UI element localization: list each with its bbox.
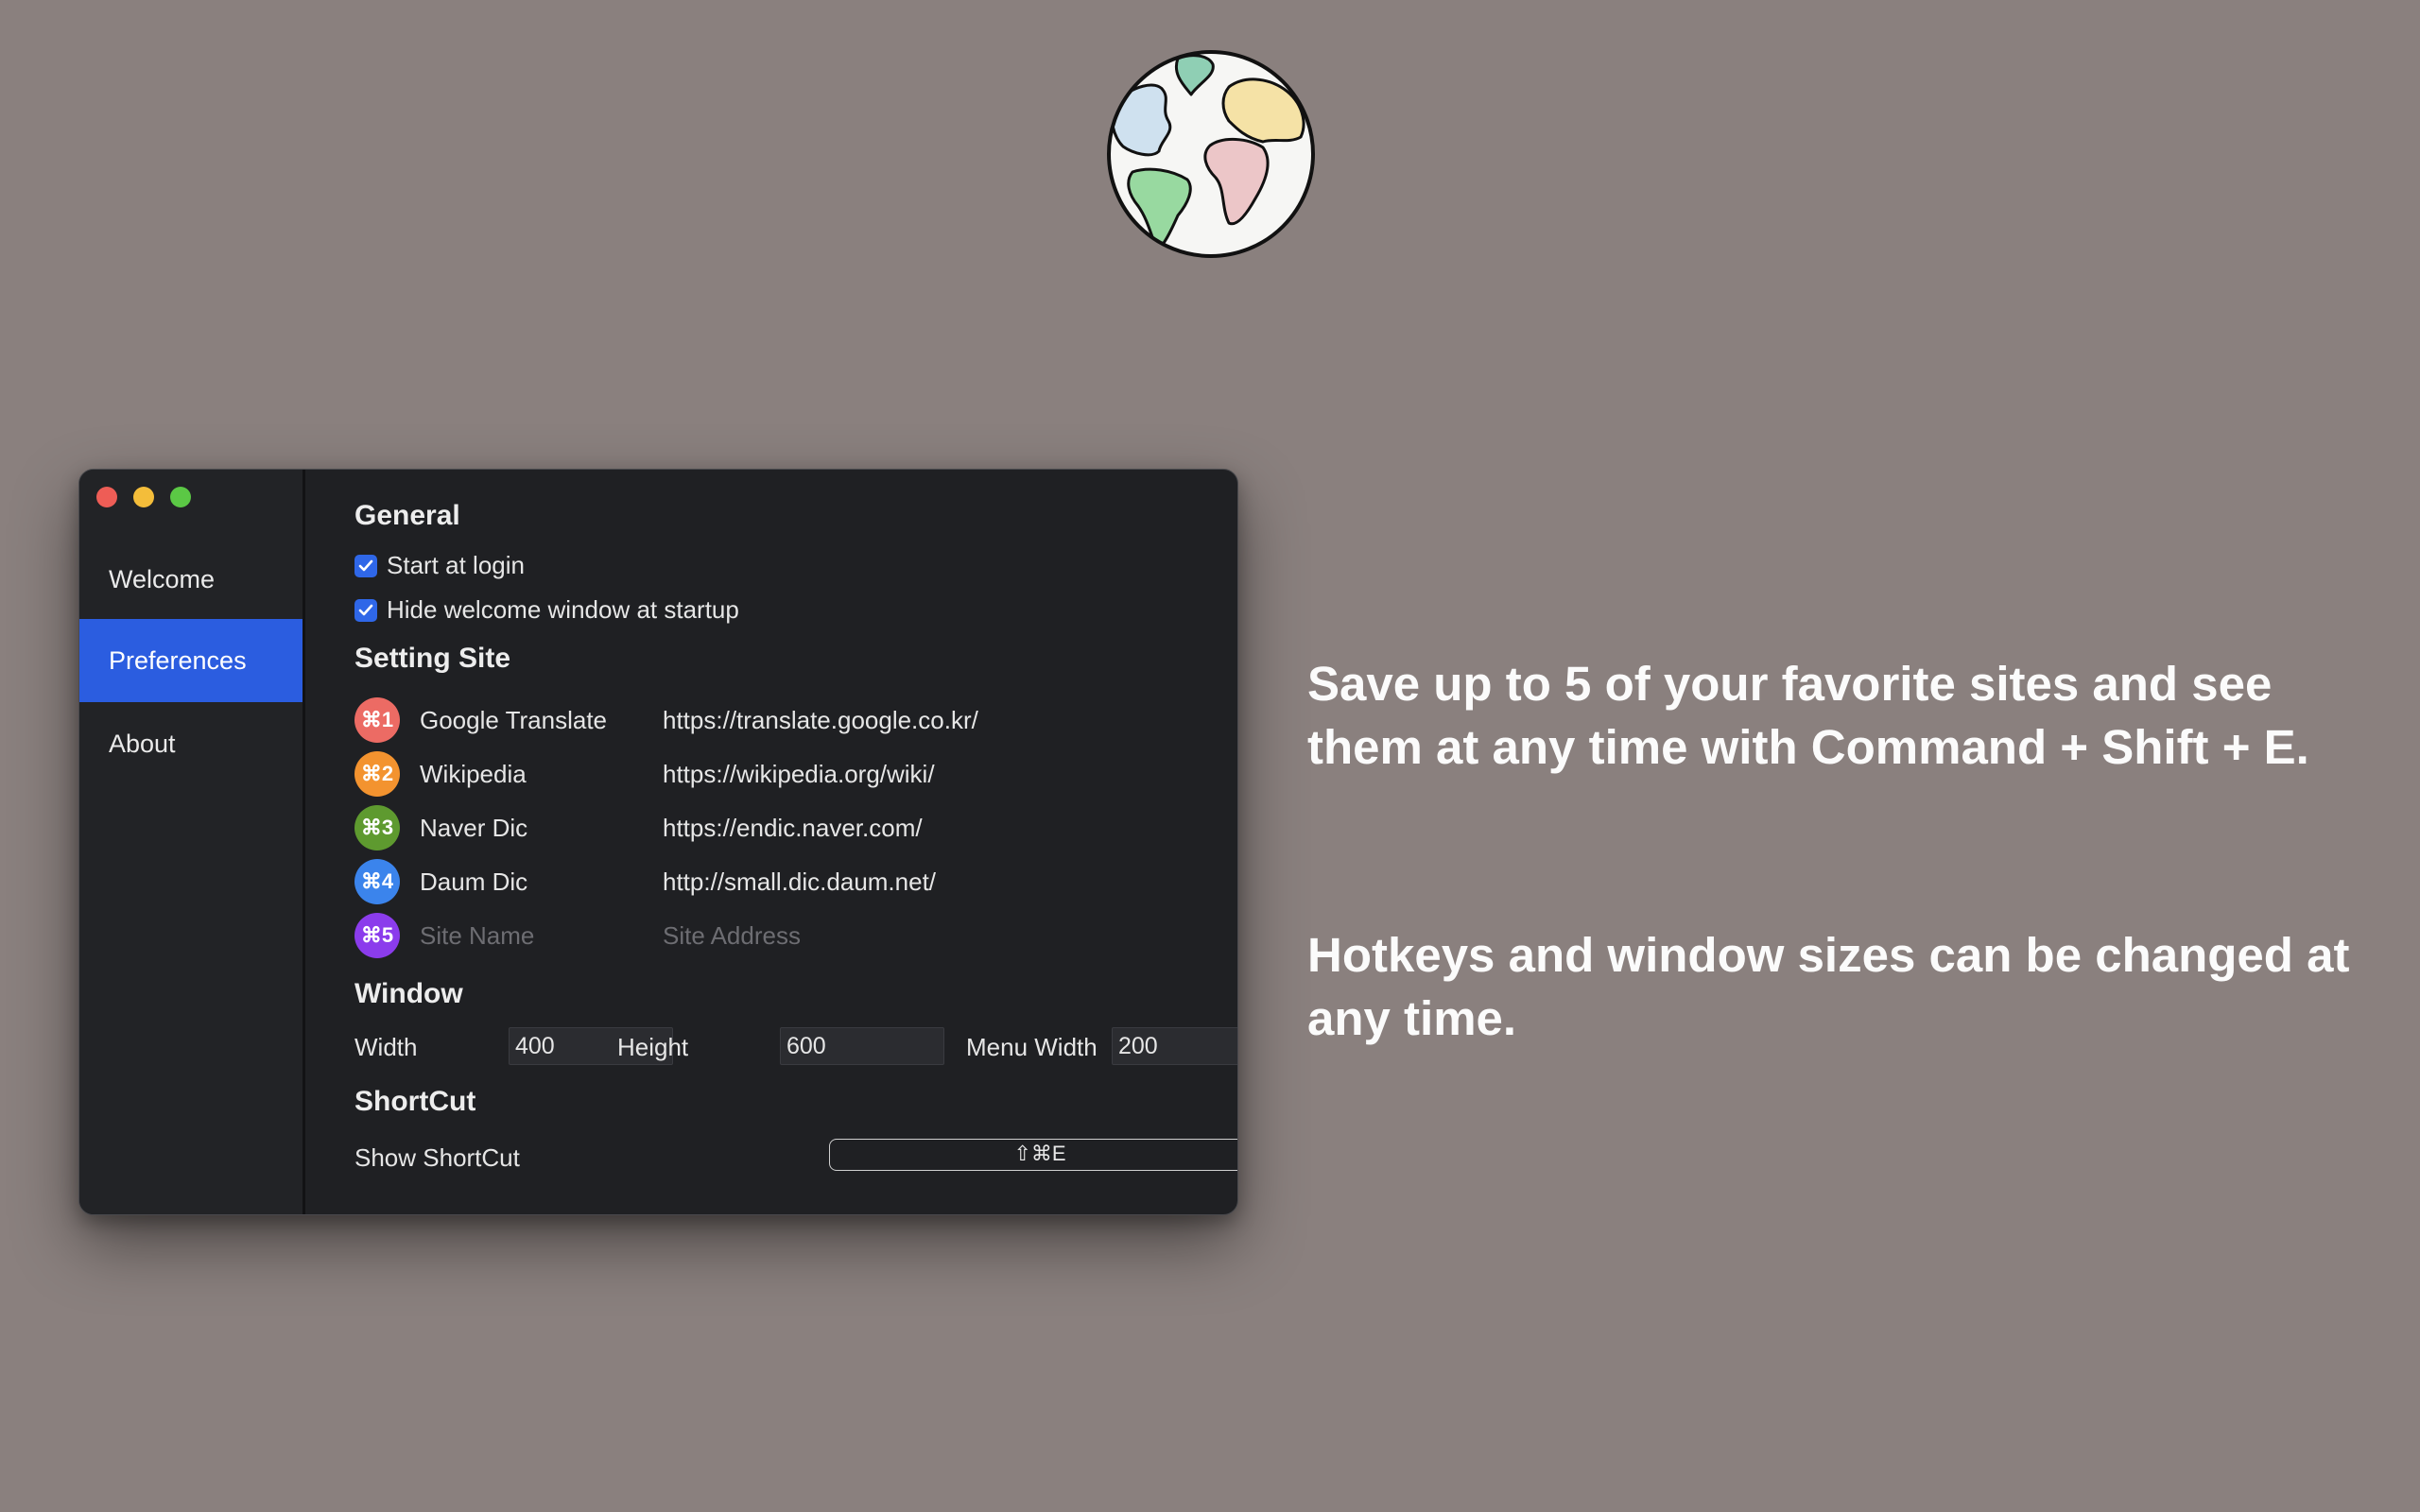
- site-name-field[interactable]: Naver Dic: [420, 814, 527, 843]
- preferences-content: General Start at login Hide welcome wind…: [305, 470, 1237, 1214]
- maximize-window-button[interactable]: [170, 487, 191, 507]
- menu-width-input[interactable]: 200: [1112, 1027, 1237, 1065]
- start-at-login-checkbox[interactable]: [354, 554, 377, 577]
- sidebar-item-welcome[interactable]: Welcome: [79, 538, 302, 621]
- hide-welcome-checkbox[interactable]: [354, 598, 377, 622]
- height-input[interactable]: 600: [780, 1027, 944, 1065]
- hotkey-badge: ⌘5: [354, 913, 400, 958]
- site-name-field[interactable]: Wikipedia: [420, 760, 527, 789]
- sidebar-item-preferences[interactable]: Preferences: [79, 619, 302, 702]
- site-url-field[interactable]: https://wikipedia.org/wiki/: [663, 760, 935, 789]
- site-url-field[interactable]: https://endic.naver.com/: [663, 814, 923, 843]
- hide-welcome-row[interactable]: Hide welcome window at startup: [354, 595, 739, 625]
- site-name-field[interactable]: Daum Dic: [420, 868, 527, 897]
- setting-site-section-title: Setting Site: [354, 643, 511, 674]
- preferences-window: Welcome Preferences About General Start …: [78, 469, 1238, 1215]
- site-url-field[interactable]: Site Address: [663, 921, 801, 951]
- hide-welcome-label: Hide welcome window at startup: [387, 595, 739, 624]
- hotkey-badge: ⌘3: [354, 805, 400, 850]
- site-row: ⌘2 Wikipedia https://wikipedia.org/wiki/: [354, 750, 935, 798]
- site-row: ⌘3 Naver Dic https://endic.naver.com/: [354, 804, 923, 851]
- hotkey-badge: ⌘1: [354, 697, 400, 743]
- site-row: ⌘5 Site Name Site Address: [354, 912, 801, 959]
- close-window-button[interactable]: [96, 487, 117, 507]
- width-label: Width: [354, 1033, 418, 1061]
- promo-text-hotkeys: Hotkeys and window sizes can be changed …: [1307, 928, 2350, 1045]
- sidebar-item-about[interactable]: About: [79, 702, 302, 785]
- site-url-field[interactable]: http://small.dic.daum.net/: [663, 868, 936, 897]
- site-row: ⌘1 Google Translate https://translate.go…: [354, 696, 978, 744]
- sidebar: Welcome Preferences About: [79, 470, 305, 1214]
- menu-width-label: Menu Width: [966, 1033, 1098, 1061]
- site-name-field[interactable]: Site Name: [420, 921, 534, 951]
- checkmark-icon: [358, 559, 373, 571]
- site-name-field[interactable]: Google Translate: [420, 706, 607, 735]
- globe-logo: [1107, 50, 1315, 258]
- site-url-field[interactable]: https://translate.google.co.kr/: [663, 706, 978, 735]
- start-at-login-label: Start at login: [387, 551, 525, 579]
- hotkey-badge: ⌘2: [354, 751, 400, 797]
- start-at-login-row[interactable]: Start at login: [354, 551, 525, 580]
- window-section-title: Window: [354, 978, 463, 1009]
- height-label: Height: [617, 1033, 689, 1061]
- minimize-window-button[interactable]: [133, 487, 154, 507]
- promo-text-favorites: Save up to 5 of your favorite sites and …: [1307, 657, 2309, 774]
- site-row: ⌘4 Daum Dic http://small.dic.daum.net/: [354, 858, 936, 905]
- general-section-title: General: [354, 500, 460, 531]
- shortcut-section-title: ShortCut: [354, 1086, 476, 1117]
- checkmark-icon: [358, 604, 373, 615]
- hotkey-badge: ⌘4: [354, 859, 400, 904]
- show-shortcut-label: Show ShortCut: [354, 1143, 520, 1172]
- shortcut-recorder[interactable]: ⇧⌘E: [829, 1139, 1237, 1171]
